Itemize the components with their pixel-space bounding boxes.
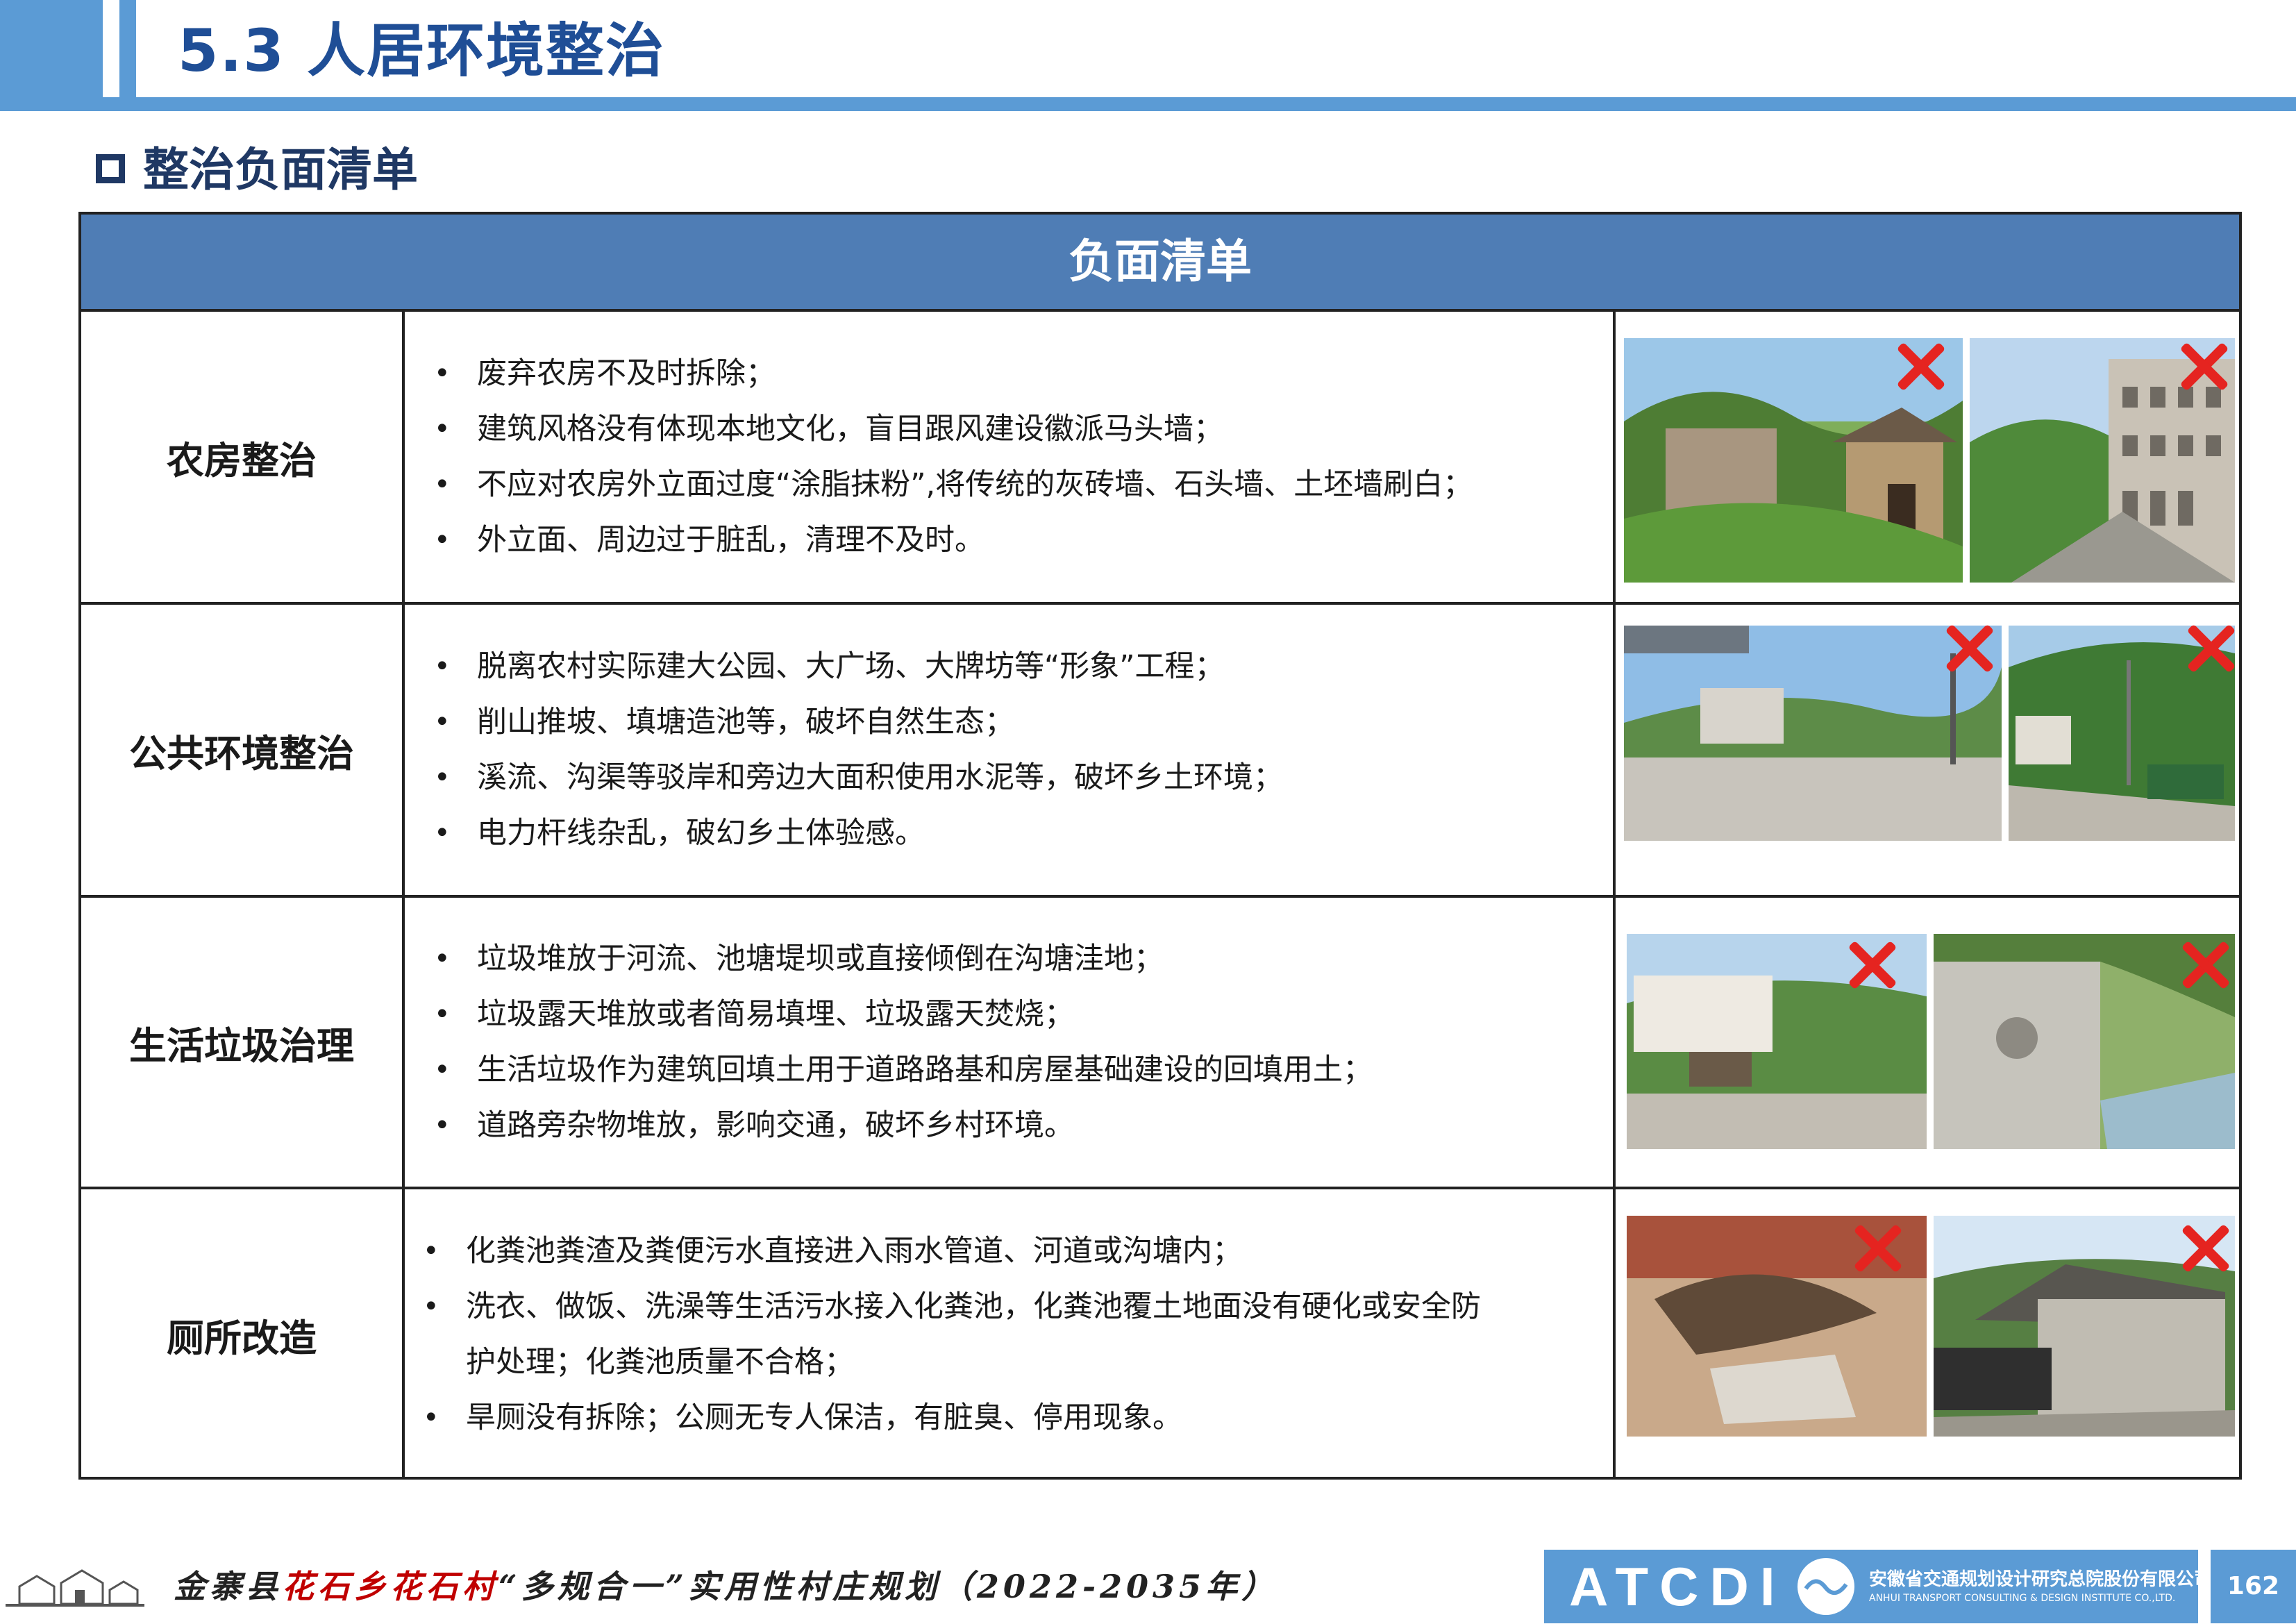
footer-county: 金寨县 — [174, 1568, 282, 1605]
village-sketch-icon — [6, 1569, 144, 1607]
cross-icon — [1850, 1221, 1904, 1275]
bullet-icon: • — [423, 1291, 439, 1323]
list-item: • 溪流、沟渠等驳岸和旁边大面积使用水泥等，破坏乡土环境； — [426, 750, 1613, 805]
bullet-icon: • — [434, 1110, 451, 1141]
cross-icon — [2184, 621, 2238, 676]
row-photos — [1616, 605, 2239, 895]
bullet-icon: • — [434, 817, 451, 849]
cross-icon — [2177, 340, 2231, 394]
item-text: 电力杆线杂乱，破幻乡土体验感。 — [477, 816, 925, 851]
institute-logo: ATCDI 安徽省交通规划设计研究总院股份有限公司 ANHUI TRANSPOR… — [1544, 1550, 2212, 1623]
table-row: 农房整治 • 废弃农房不及时拆除； • 建筑风格没有体现本地文化，盲目跟风建设徽派马… — [81, 312, 2239, 605]
list-item: • 脱离农村实际建大公园、大广场、大牌坊等“形象”工程； — [426, 639, 1613, 694]
row-photos — [1616, 1189, 2239, 1480]
section-title: 整治负面清单 — [143, 143, 418, 196]
cross-icon — [2178, 938, 2232, 992]
bullet-icon: • — [434, 651, 451, 683]
bullet-icon: • — [434, 413, 451, 445]
logo-abbreviation: ATCDI — [1569, 1556, 1786, 1617]
item-text: 护处理；化粪池质量不合格； — [466, 1345, 854, 1380]
row-photos — [1616, 898, 2239, 1187]
footer-plan-name: “多规合一”实用性村庄规划 — [498, 1568, 941, 1605]
row-items: • 废弃农房不及时拆除； • 建筑风格没有体现本地文化，盲目跟风建设徽派马头墙； •… — [405, 312, 1616, 602]
item-text: 脱离农村实际建大公园、大广场、大牌坊等“形象”工程； — [477, 649, 1225, 684]
bullet-icon: • — [434, 1054, 451, 1086]
list-item: • 道路旁杂物堆放，影响交通，破坏乡村环境。 — [426, 1098, 1613, 1153]
footer-village: 花石乡花石村 — [282, 1568, 498, 1605]
list-item: • 垃圾堆放于河流、池塘堤坝或直接倾倒在沟塘洼地； — [426, 931, 1613, 987]
row-items: • 垃圾堆放于河流、池塘堤坝或直接倾倒在沟塘洼地； • 垃圾露天堆放或者简易填埋、垃… — [405, 898, 1616, 1187]
item-text: 生活垃圾作为建筑回填土用于道路路基和房屋基础建设的回填用土； — [477, 1053, 1373, 1087]
item-text: 不应对农房外立面过度“涂脂抹粉”,将传统的灰砖墙、石头墙、土坯墙刷白； — [477, 467, 1473, 502]
item-text: 旱厕没有拆除；公厕无专人保洁，有脏臭、停用现象。 — [466, 1400, 1182, 1435]
page-number: 162 — [2211, 1550, 2296, 1623]
list-item-continuation: 护处理；化粪池质量不合格； — [414, 1334, 1613, 1390]
table-row: 公共环境整治 • 脱离农村实际建大公园、大广场、大牌坊等“形象”工程； • 削山推坡… — [81, 605, 2239, 898]
header-rule — [0, 97, 2296, 111]
item-text: 垃圾露天堆放或者简易填埋、垃圾露天焚烧； — [477, 997, 1074, 1032]
row-items: • 化粪池粪渣及粪便污水直接进入雨水管道、河道或沟塘内； • 洗衣、做饭、洗澡等生活… — [405, 1189, 1616, 1480]
row-category: 生活垃圾治理 — [81, 898, 405, 1187]
bullet-icon: • — [423, 1235, 439, 1267]
institute-emblem-icon — [1798, 1558, 1854, 1615]
item-text: 洗衣、做饭、洗澡等生活污水接入化粪池，化粪池覆土地面没有硬化或安全防 — [466, 1289, 1481, 1324]
list-item: • 旱厕没有拆除；公厕无专人保洁，有脏臭、停用现象。 — [414, 1390, 1613, 1446]
list-item: • 外立面、周边过于脏乱，清理不及时。 — [426, 512, 1613, 568]
list-item: • 废弃农房不及时拆除； — [426, 346, 1613, 401]
bullet-icon: • — [434, 762, 451, 794]
bullet-icon: • — [434, 358, 451, 390]
list-item: • 削山推坡、填塘造池等，破坏自然生态； — [426, 694, 1613, 750]
row-category: 农房整治 — [81, 312, 405, 602]
item-text: 道路旁杂物堆放，影响交通，破坏乡村环境。 — [477, 1108, 1074, 1143]
item-text: 溪流、沟渠等驳岸和旁边大面积使用水泥等，破坏乡土环境； — [477, 760, 1283, 795]
list-item: • 电力杆线杂乱，破幻乡土体验感。 — [426, 805, 1613, 861]
item-text: 削山推坡、填塘造池等，破坏自然生态； — [477, 705, 1014, 739]
footer-plan-period: （2022-2035年） — [940, 1568, 1278, 1605]
bullet-icon: • — [434, 469, 451, 501]
bullet-icon: • — [434, 943, 451, 975]
cross-icon — [2178, 1221, 2232, 1275]
list-item: • 洗衣、做饭、洗澡等生活污水接入化粪池，化粪池覆土地面没有硬化或安全防 — [414, 1279, 1613, 1334]
cross-icon — [1942, 621, 1996, 676]
row-category: 公共环境整治 — [81, 605, 405, 895]
item-text: 建筑风格没有体现本地文化，盲目跟风建设徽派马头墙； — [477, 412, 1223, 446]
item-text: 外立面、周边过于脏乱，清理不及时。 — [477, 523, 984, 558]
header-accent-bar — [0, 0, 103, 97]
table-row: 厕所改造 • 化粪池粪渣及粪便污水直接进入雨水管道、河道或沟塘内； • 洗衣、做饭、… — [81, 1189, 2239, 1480]
bullet-icon: • — [423, 1402, 439, 1434]
cross-icon — [1845, 938, 1899, 992]
item-text: 废弃农房不及时拆除； — [477, 356, 776, 391]
checkbox-bullet-icon — [96, 154, 125, 183]
logo-english-name: ANHUI TRANSPORT CONSULTING & DESIGN INST… — [1869, 1593, 2176, 1604]
header-accent-bar-2 — [119, 0, 136, 97]
negative-list-table: 负面清单 农房整治 • 废弃农房不及时拆除； • 建筑风格没有体现本地文化，盲目跟风… — [78, 212, 2242, 1480]
list-item: • 不应对农房外立面过度“涂脂抹粉”,将传统的灰砖墙、石头墙、土坯墙刷白； — [426, 457, 1613, 512]
list-item: • 化粪池粪渣及粪便污水直接进入雨水管道、河道或沟塘内； — [414, 1223, 1613, 1279]
logo-chinese-name: 安徽省交通规划设计研究总院股份有限公司 — [1869, 1569, 2213, 1590]
row-photos — [1616, 312, 2239, 602]
list-item: • 生活垃圾作为建筑回填土用于道路路基和房屋基础建设的回填用土； — [426, 1042, 1613, 1098]
table-row: 生活垃圾治理 • 垃圾堆放于河流、池塘堤坝或直接倾倒在沟塘洼地； • 垃圾露天堆放或… — [81, 898, 2239, 1189]
bullet-icon: • — [434, 998, 451, 1030]
table-header: 负面清单 — [81, 215, 2239, 312]
bullet-icon: • — [434, 706, 451, 738]
bullet-icon: • — [434, 524, 451, 556]
row-items: • 脱离农村实际建大公园、大广场、大牌坊等“形象”工程； • 削山推坡、填塘造池等，… — [405, 605, 1616, 895]
footer-project-title: 金寨县花石乡花石村“多规合一”实用性村庄规划（2022-2035年） — [174, 1562, 1277, 1611]
item-text: 化粪池粪渣及粪便污水直接进入雨水管道、河道或沟塘内； — [466, 1234, 1242, 1269]
list-item: • 建筑风格没有体现本地文化，盲目跟风建设徽派马头墙； — [426, 401, 1613, 457]
list-item: • 垃圾露天堆放或者简易填埋、垃圾露天焚烧； — [426, 987, 1613, 1042]
page-title: 5.3 人居环境整治 — [178, 17, 666, 85]
item-text: 垃圾堆放于河流、池塘堤坝或直接倾倒在沟塘洼地； — [477, 941, 1164, 976]
cross-icon — [1893, 340, 1947, 394]
row-category: 厕所改造 — [81, 1189, 405, 1480]
header-accent-gap — [103, 0, 119, 97]
